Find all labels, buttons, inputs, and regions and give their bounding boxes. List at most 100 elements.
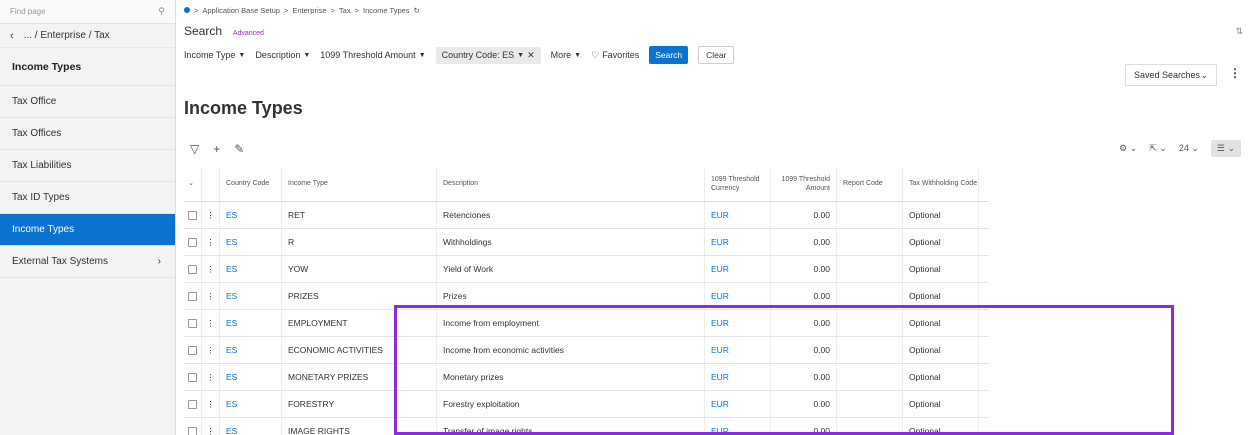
find-page-input[interactable]: Find page ⚲	[0, 0, 175, 24]
export-icon[interactable]: ⇱ ⌄	[1149, 143, 1167, 154]
advanced-link[interactable]: Advanced	[233, 30, 264, 37]
country-code-link[interactable]: ES	[220, 418, 282, 435]
description-cell: Retenciones	[437, 202, 705, 228]
table-row[interactable]: ⋮ ES RET Retenciones EUR 0.00 Optional	[184, 202, 989, 229]
country-code-link[interactable]: ES	[220, 310, 282, 336]
table-row[interactable]: ⋮ ES MONETARY PRIZES Monetary prizes EUR 0.00…	[184, 364, 989, 391]
column-header[interactable]: Report Code	[837, 168, 903, 201]
table-row[interactable]: ⋮ ES FORESTRY Forestry exploitation EUR 0.00 O…	[184, 391, 989, 418]
table-row[interactable]: ⋮ ES R Withholdings EUR 0.00 Optional	[184, 229, 989, 256]
filter-more[interactable]: More ▼	[551, 50, 581, 60]
edit-icon[interactable]: ✎	[234, 142, 244, 156]
page-size-select[interactable]: 24 ⌄	[1179, 143, 1199, 154]
column-header[interactable]: 1099 Threshold Currency	[705, 168, 771, 201]
row-checkbox[interactable]	[184, 283, 202, 309]
description-cell: Yield of Work	[437, 256, 705, 282]
sidebar-item-external-tax-systems[interactable]: External Tax Systems ›	[0, 246, 175, 278]
sidebar-item-tax-office[interactable]: Tax Office	[0, 86, 175, 118]
currency-link[interactable]: EUR	[705, 256, 771, 282]
column-header[interactable]: Description	[437, 168, 705, 201]
withholding-cell: Optional	[903, 202, 979, 228]
currency-link[interactable]: EUR	[705, 337, 771, 363]
filter-country-code[interactable]: Country Code: ES ▼ ✕	[435, 46, 541, 64]
currency-link[interactable]: EUR	[705, 229, 771, 255]
search-button[interactable]: Search	[649, 46, 689, 64]
breadcrumb-item[interactable]: Enterprise	[292, 6, 326, 15]
currency-link[interactable]: EUR	[705, 418, 771, 435]
column-header[interactable]: Country Code	[220, 168, 282, 201]
caret-down-icon: ▼	[517, 51, 525, 59]
sidebar-item-tax-id-types[interactable]: Tax ID Types	[0, 182, 175, 214]
country-code-link[interactable]: ES	[220, 337, 282, 363]
filter-threshold-amount[interactable]: 1099 Threshold Amount ▼	[320, 50, 425, 60]
filter-icon[interactable]: ▽	[190, 142, 199, 156]
page-title: Income Types	[184, 98, 303, 118]
back-label: ... / Enterprise / Tax	[23, 30, 110, 41]
row-menu-icon[interactable]: ⋮	[202, 202, 220, 228]
column-header[interactable]: Tax Withholding Code	[903, 168, 979, 201]
settings-icon[interactable]: ⚙ ⌄	[1119, 143, 1137, 154]
back-navigation[interactable]: ‹ ... / Enterprise / Tax	[0, 24, 175, 48]
column-header[interactable]: 1099 Threshold Amount	[771, 168, 837, 201]
row-checkbox[interactable]	[184, 310, 202, 336]
table-row[interactable]: ⋮ ES YOW Yield of Work EUR 0.00 Optional	[184, 256, 989, 283]
sidebar-item-tax-liabilities[interactable]: Tax Liabilities	[0, 150, 175, 182]
row-checkbox[interactable]	[184, 391, 202, 417]
report-code-cell	[837, 202, 903, 228]
amount-cell: 0.00	[771, 202, 837, 228]
more-options-icon[interactable]: ⋮	[1229, 66, 1241, 80]
filter-description[interactable]: Description ▼	[255, 50, 310, 60]
country-code-link[interactable]: ES	[220, 364, 282, 390]
currency-link[interactable]: EUR	[705, 391, 771, 417]
clear-button[interactable]: Clear	[698, 46, 735, 64]
row-menu-icon[interactable]: ⋮	[202, 256, 220, 282]
row-checkbox[interactable]	[184, 229, 202, 255]
currency-link[interactable]: EUR	[705, 283, 771, 309]
row-menu-icon[interactable]: ⋮	[202, 337, 220, 363]
row-checkbox[interactable]	[184, 364, 202, 390]
view-mode-icon[interactable]: ☰ ⌄	[1210, 140, 1241, 157]
favorites-button[interactable]: ♡ Favorites	[591, 50, 639, 61]
country-code-link[interactable]: ES	[220, 283, 282, 309]
row-menu-icon[interactable]: ⋮	[202, 418, 220, 435]
row-menu-icon[interactable]: ⋮	[202, 391, 220, 417]
row-menu-icon[interactable]: ⋮	[202, 283, 220, 309]
column-header[interactable]: Income Type	[282, 168, 437, 201]
pin-icon[interactable]: ⇅	[1235, 26, 1243, 37]
chevron-down-icon: ⌄	[1200, 69, 1208, 80]
currency-link[interactable]: EUR	[705, 202, 771, 228]
row-checkbox[interactable]	[184, 202, 202, 228]
row-menu-icon[interactable]: ⋮	[202, 310, 220, 336]
sidebar-item-income-types[interactable]: Income Types	[0, 214, 175, 246]
table-row[interactable]: ⋮ ES IMAGE RIGHTS Transfer of image rights E…	[184, 418, 989, 435]
country-code-link[interactable]: ES	[220, 202, 282, 228]
filter-bar: Income Type ▼ Description ▼ 1099 Threshold…	[176, 42, 1251, 68]
filter-income-type[interactable]: Income Type ▼	[184, 50, 245, 60]
country-code-link[interactable]: ES	[220, 256, 282, 282]
row-menu-icon[interactable]: ⋮	[202, 229, 220, 255]
country-code-link[interactable]: ES	[220, 229, 282, 255]
table-row[interactable]: ⋮ ES PRIZES Prizes EUR 0.00 Optional	[184, 283, 989, 310]
currency-link[interactable]: EUR	[705, 310, 771, 336]
sidebar-item-tax-offices[interactable]: Tax Offices	[0, 118, 175, 150]
row-checkbox[interactable]	[184, 256, 202, 282]
sidebar-item-label: External Tax Systems	[12, 256, 108, 267]
breadcrumb-item[interactable]: Application Base Setup	[202, 6, 280, 15]
table-row[interactable]: ⋮ ES ECONOMIC ACTIVITIES Income from econom…	[184, 337, 989, 364]
sidebar-item-label: Tax Liabilities	[12, 160, 72, 171]
close-icon[interactable]: ✕	[527, 50, 535, 61]
refresh-icon[interactable]: ↻	[414, 6, 420, 15]
search-icon[interactable]: ⚲	[158, 6, 165, 17]
withholding-cell: Optional	[903, 283, 979, 309]
add-icon[interactable]: +	[213, 142, 220, 156]
row-checkbox[interactable]	[184, 418, 202, 435]
currency-link[interactable]: EUR	[705, 364, 771, 390]
table-row[interactable]: ⋮ ES EMPLOYMENT Income from employment EUR 0.…	[184, 310, 989, 337]
home-icon[interactable]	[184, 7, 190, 13]
row-menu-icon[interactable]: ⋮	[202, 364, 220, 390]
country-code-link[interactable]: ES	[220, 391, 282, 417]
breadcrumb-item[interactable]: Tax	[339, 6, 351, 15]
select-all-checkbox[interactable]: ⌄	[184, 168, 202, 201]
row-checkbox[interactable]	[184, 337, 202, 363]
saved-searches-dropdown[interactable]: Saved Searches ⌄	[1125, 64, 1217, 86]
